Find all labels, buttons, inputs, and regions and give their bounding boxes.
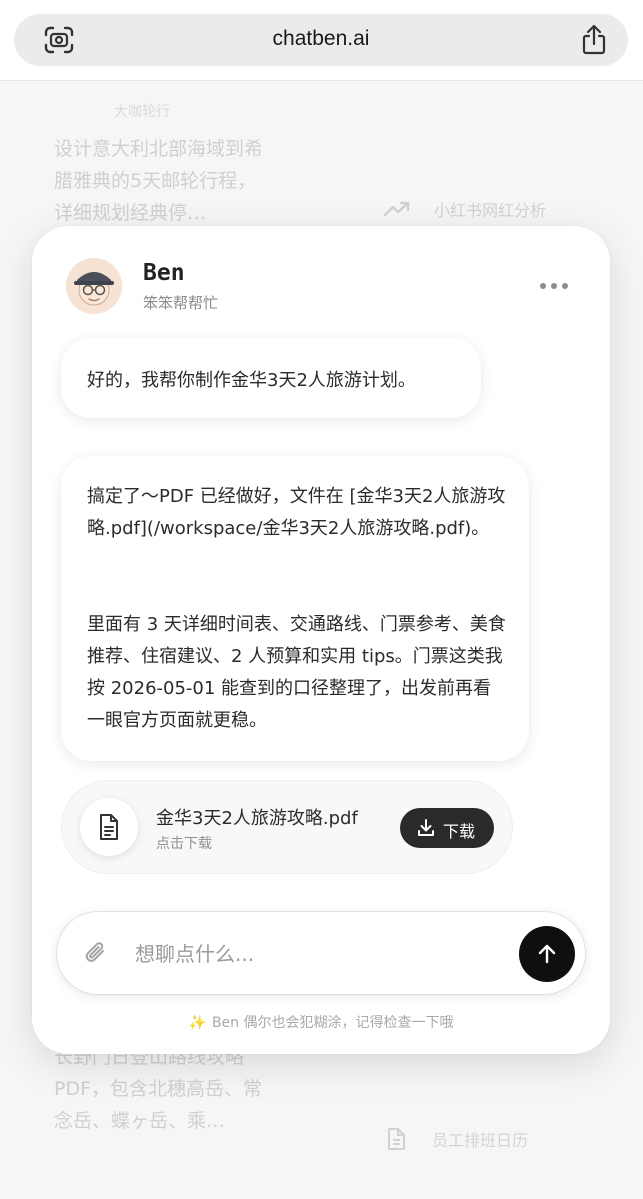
more-dot-icon <box>551 283 557 289</box>
bot-subtitle: 笨笨帮帮忙 <box>143 294 219 312</box>
trend-label: 小红书网红分析 <box>434 201 547 220</box>
address-bar[interactable]: chatben.ai <box>14 14 628 66</box>
background-card-cruise: 设计意大利北部海域到希腊雅典的5天邮轮行程，详细规划经典停… <box>54 138 264 224</box>
paperclip-icon[interactable] <box>84 940 108 966</box>
disclaimer-text: Ben 偶尔也会犯糊涂，记得检查一下哦 <box>211 1015 454 1031</box>
arrow-up-icon <box>538 944 556 964</box>
message-bubble: 搞定了～PDF 已经做好，文件在 [金华3天2人旅游攻略.pdf](/works… <box>61 456 529 761</box>
background-schedule-item: 员工排班日历 <box>386 1127 528 1151</box>
bot-name: Ben <box>143 260 185 286</box>
background-tag: 大咖轮行 <box>114 104 170 120</box>
file-name[interactable]: 金华3天2人旅游攻略.pdf <box>156 804 358 830</box>
sparkle-icon: ✨ <box>188 1015 206 1031</box>
more-dot-icon <box>562 283 568 289</box>
url-text[interactable]: chatben.ai <box>14 27 628 51</box>
background-card-hiking: 长野门日登山路线攻略PDF，包含北穗高岳、常念岳、蝶ヶ岳、乘… <box>54 1046 263 1132</box>
file-attachment-card[interactable]: 金华3天2人旅游攻略.pdf 点击下载 下载 <box>61 780 513 874</box>
message-paragraph: 里面有 3 天详细时间表、交通路线、门票参考、美食推荐、住宿建议、2 人预算和实… <box>87 614 506 731</box>
share-icon[interactable] <box>580 24 608 56</box>
disclaimer: ✨ Ben 偶尔也会犯糊涂，记得检查一下哦 <box>32 1012 610 1032</box>
more-options-button[interactable] <box>540 280 568 292</box>
chat-panel: Ben 笨笨帮帮忙 好的，我帮你制作金华3天2人旅游计划。 搞定了～PDF 已经… <box>32 226 610 1054</box>
download-icon <box>418 819 434 836</box>
background-trend-item: 小红书网红分析 <box>384 197 546 221</box>
avatar <box>66 258 122 314</box>
file-hint: 点击下载 <box>156 836 212 852</box>
schedule-label: 员工排班日历 <box>432 1131 529 1150</box>
file-icon-container <box>80 798 138 856</box>
message-text: 好的，我帮你制作金华3天2人旅游计划。 <box>87 370 416 391</box>
document-icon <box>388 1128 405 1150</box>
send-button[interactable] <box>519 926 575 982</box>
ben-avatar-icon <box>66 258 122 314</box>
message-bubble: 好的，我帮你制作金华3天2人旅游计划。 <box>61 338 481 418</box>
browser-toolbar: chatben.ai <box>0 0 643 81</box>
download-label: 下载 <box>443 822 476 841</box>
more-dot-icon <box>540 283 546 289</box>
download-button[interactable]: 下载 <box>400 808 494 848</box>
document-icon <box>100 814 118 840</box>
trend-up-icon <box>384 201 410 217</box>
chat-input[interactable] <box>133 932 497 976</box>
message-paragraph: 搞定了～PDF 已经做好，文件在 [金华3天2人旅游攻略.pdf](/works… <box>87 486 506 539</box>
chat-input-box <box>57 912 585 994</box>
